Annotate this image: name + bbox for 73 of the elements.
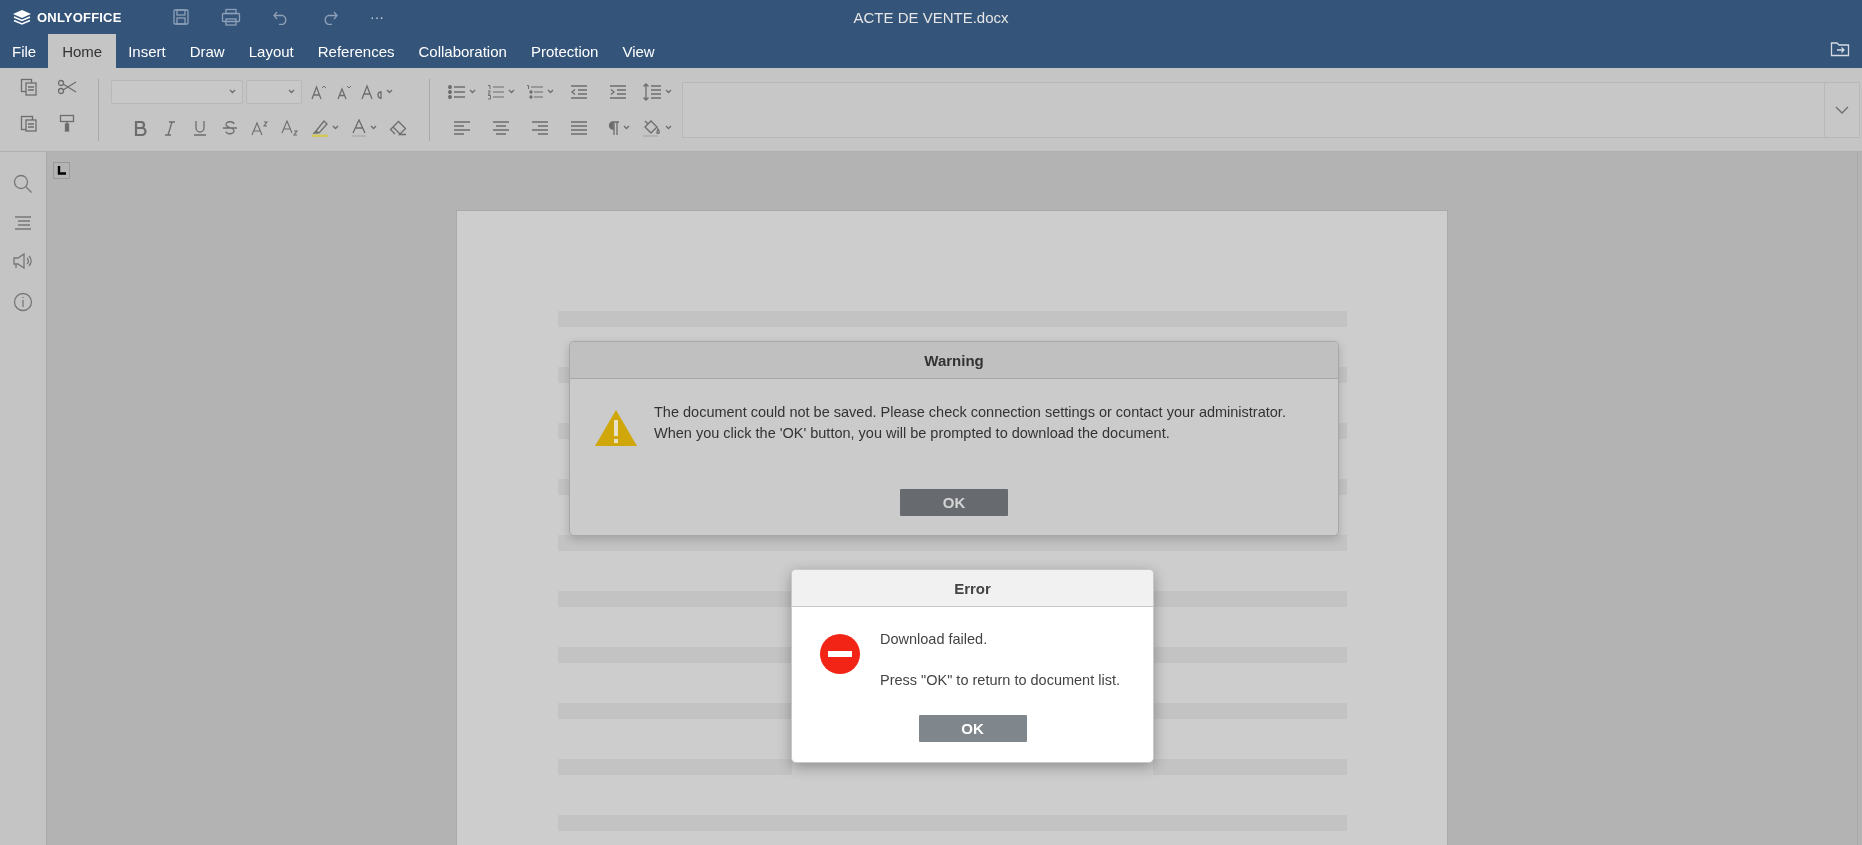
numbered-list-icon[interactable] — [486, 83, 505, 100]
ribbon-tab[interactable]: Collaboration — [406, 34, 519, 68]
caret-icon[interactable] — [229, 89, 236, 94]
paste-icon[interactable] — [20, 113, 38, 132]
align-left-icon[interactable] — [452, 119, 471, 136]
caret-icon[interactable] — [288, 89, 295, 94]
ribbon-tab[interactable]: File — [0, 34, 49, 68]
caret-icon[interactable] — [622, 125, 630, 130]
dialog-message: Download failed. — [880, 631, 988, 648]
caret-icon[interactable] — [664, 89, 672, 94]
dialog-message: When you click the 'OK' button, you will be prompted to download the document. — [654, 425, 1170, 442]
font-size-field[interactable] — [246, 79, 302, 104]
superscript-icon[interactable] — [251, 119, 269, 136]
dialog-title: Warning — [924, 351, 984, 369]
copy-icon[interactable] — [20, 77, 38, 96]
increase-font-icon[interactable] — [310, 83, 326, 100]
megaphone-icon[interactable] — [12, 252, 34, 270]
caret-icon[interactable] — [385, 89, 393, 94]
justify-icon[interactable] — [569, 119, 588, 136]
ok-button[interactable]: OK — [900, 489, 1008, 516]
ok-button[interactable]: OK — [918, 715, 1027, 742]
dialog-message: Press "OK" to return to document list. — [880, 672, 1120, 689]
navigation-icon[interactable] — [14, 216, 32, 230]
ribbon-tab[interactable]: Draw — [177, 34, 237, 68]
logo-icon — [12, 8, 32, 26]
save-icon[interactable] — [172, 8, 190, 26]
subscript-icon[interactable] — [281, 119, 299, 136]
align-right-icon[interactable] — [530, 119, 549, 136]
ribbon-tab[interactable]: View — [610, 34, 667, 68]
caret-icon[interactable] — [369, 125, 377, 130]
decrease-font-icon[interactable] — [336, 83, 352, 100]
caret-icon[interactable] — [546, 89, 554, 94]
chevron-down-icon[interactable] — [1835, 105, 1849, 114]
dialog-message: The document could not be saved. Please check connection settings or contact your administrator. — [654, 404, 1286, 421]
ribbon-tab[interactable]: Home — [48, 34, 117, 68]
print-icon[interactable] — [221, 8, 241, 26]
strikethrough-icon[interactable] — [222, 119, 238, 136]
scissors-icon[interactable] — [57, 78, 77, 95]
format-painter-icon[interactable] — [59, 113, 75, 132]
bullet-list-icon[interactable] — [447, 83, 466, 100]
multilevel-list-icon[interactable] — [525, 83, 544, 100]
font-color-icon[interactable] — [350, 118, 367, 137]
change-case-icon[interactable] — [360, 83, 383, 100]
tab-stop-button[interactable] — [53, 162, 70, 179]
more-button[interactable]: ··· — [370, 9, 384, 25]
caret-icon[interactable] — [664, 125, 672, 130]
caret-icon[interactable] — [331, 125, 339, 130]
bold-icon[interactable] — [133, 119, 147, 136]
search-icon[interactable] — [13, 174, 33, 194]
open-folder-icon[interactable] — [1830, 41, 1850, 57]
warning-icon — [594, 409, 638, 447]
font-name-field[interactable] — [111, 79, 243, 104]
line-spacing-icon[interactable] — [641, 82, 662, 101]
paint-bucket-icon[interactable] — [641, 118, 662, 137]
ribbon-tab[interactable]: References — [305, 34, 407, 68]
highlighter-icon[interactable] — [310, 118, 329, 137]
increase-indent-icon[interactable] — [608, 83, 627, 100]
dialog-title: Error — [954, 579, 991, 597]
left-tab-stop-icon[interactable] — [57, 166, 66, 175]
eraser-icon[interactable] — [389, 119, 407, 136]
ribbon-tab[interactable]: Protection — [518, 34, 611, 68]
underline-icon[interactable] — [193, 119, 207, 136]
align-center-icon[interactable] — [491, 119, 510, 136]
info-icon[interactable] — [13, 292, 33, 312]
app-logo: ONLYOFFICE — [37, 9, 122, 25]
error-icon — [820, 634, 860, 674]
ribbon-tab[interactable]: Insert — [116, 34, 178, 68]
ribbon-tab[interactable]: Layout — [236, 34, 306, 68]
caret-icon[interactable] — [468, 89, 476, 94]
italic-icon[interactable] — [164, 119, 176, 136]
caret-icon[interactable] — [507, 89, 515, 94]
document-title: ACTE DE VENTE.docx — [853, 9, 1009, 26]
decrease-indent-icon[interactable] — [569, 83, 588, 100]
